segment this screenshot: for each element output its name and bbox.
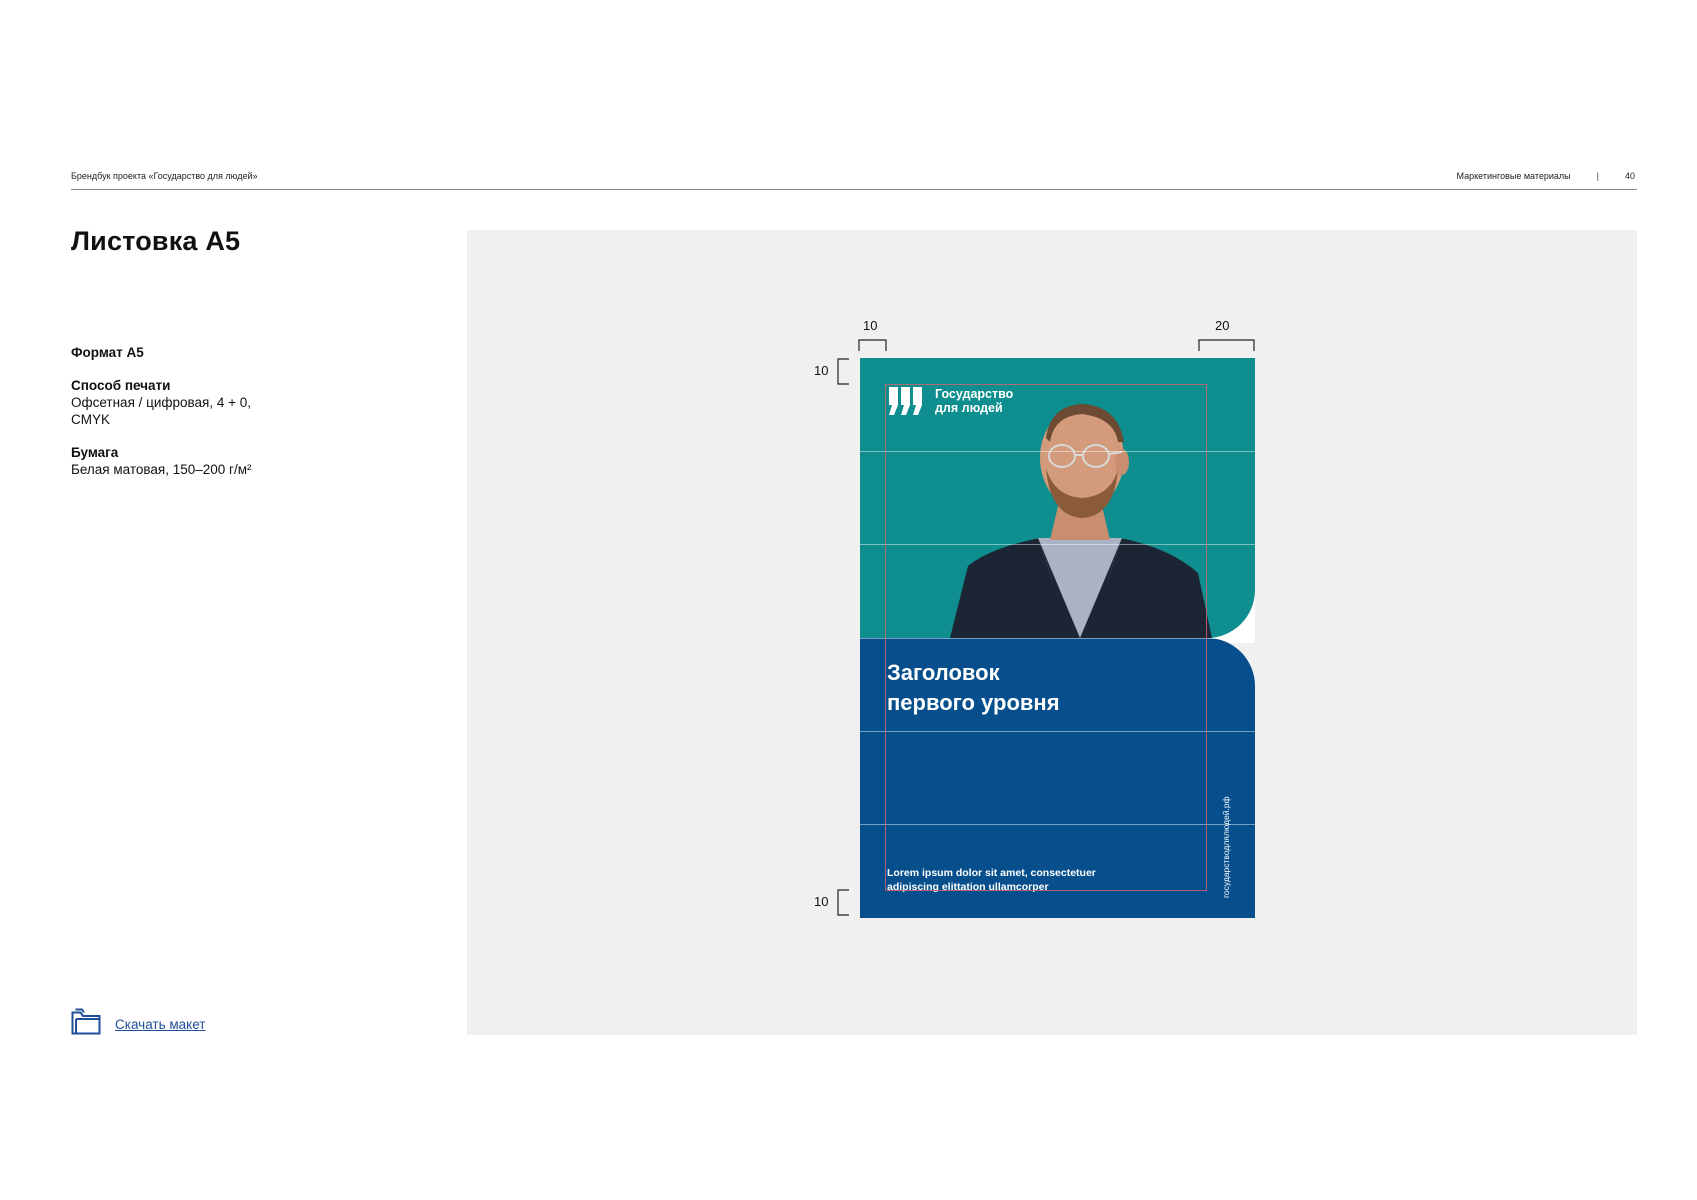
spec-print-value-cmyk: CMYK xyxy=(71,412,111,427)
spec-format-label: Формат А5 xyxy=(71,345,144,360)
specs-list: Формат А5 Способ печати Офсетная / цифро… xyxy=(71,344,291,494)
header-brandbook-title: Брендбук проекта «Государство для людей» xyxy=(71,171,258,181)
header-divider xyxy=(71,189,1637,190)
spec-print-label: Способ печати xyxy=(71,378,171,393)
bracket-left-margin xyxy=(858,339,887,351)
folder-icon xyxy=(71,1008,101,1040)
download-layout-link[interactable]: Скачать макет xyxy=(71,1008,205,1040)
dim-bottom-margin: 10 xyxy=(814,894,829,909)
dim-left-margin: 10 xyxy=(863,318,878,333)
bracket-right-margin xyxy=(1198,339,1255,351)
download-label: Скачать макет xyxy=(115,1016,206,1032)
page-number: 40 xyxy=(1624,171,1635,181)
spec-paper: Бумага Белая матовая, 150–200 г/м² xyxy=(71,444,291,478)
header-section-name: Маркетинговые материалы xyxy=(1456,171,1571,181)
dim-top-margin: 10 xyxy=(814,363,829,378)
spec-paper-value: Белая матовая, 150–200 г/м² xyxy=(71,462,252,477)
flyer-mockup: Государство для людей Заголовок первого … xyxy=(860,358,1255,918)
spec-print: Способ печати Офсетная / цифровая, 4 + 0… xyxy=(71,377,291,428)
bracket-top-margin xyxy=(837,358,849,385)
header-right: Маркетинговые материалы | 40 xyxy=(1457,171,1635,181)
dim-right-margin: 20 xyxy=(1215,318,1230,333)
spec-format: Формат А5 xyxy=(71,344,291,361)
bracket-bottom-margin xyxy=(837,889,849,916)
page-title: Листовка А5 xyxy=(71,226,241,256)
spec-print-value: Офсетная / цифровая, 4 + 0, xyxy=(71,395,252,410)
flyer-url: государстводлялюдей.рф xyxy=(1221,796,1231,898)
header-separator: | xyxy=(1596,171,1599,181)
brandbook-page: Брендбук проекта «Государство для людей»… xyxy=(0,0,1697,1200)
spec-paper-label: Бумага xyxy=(71,445,119,460)
safe-area-guide xyxy=(885,384,1207,891)
